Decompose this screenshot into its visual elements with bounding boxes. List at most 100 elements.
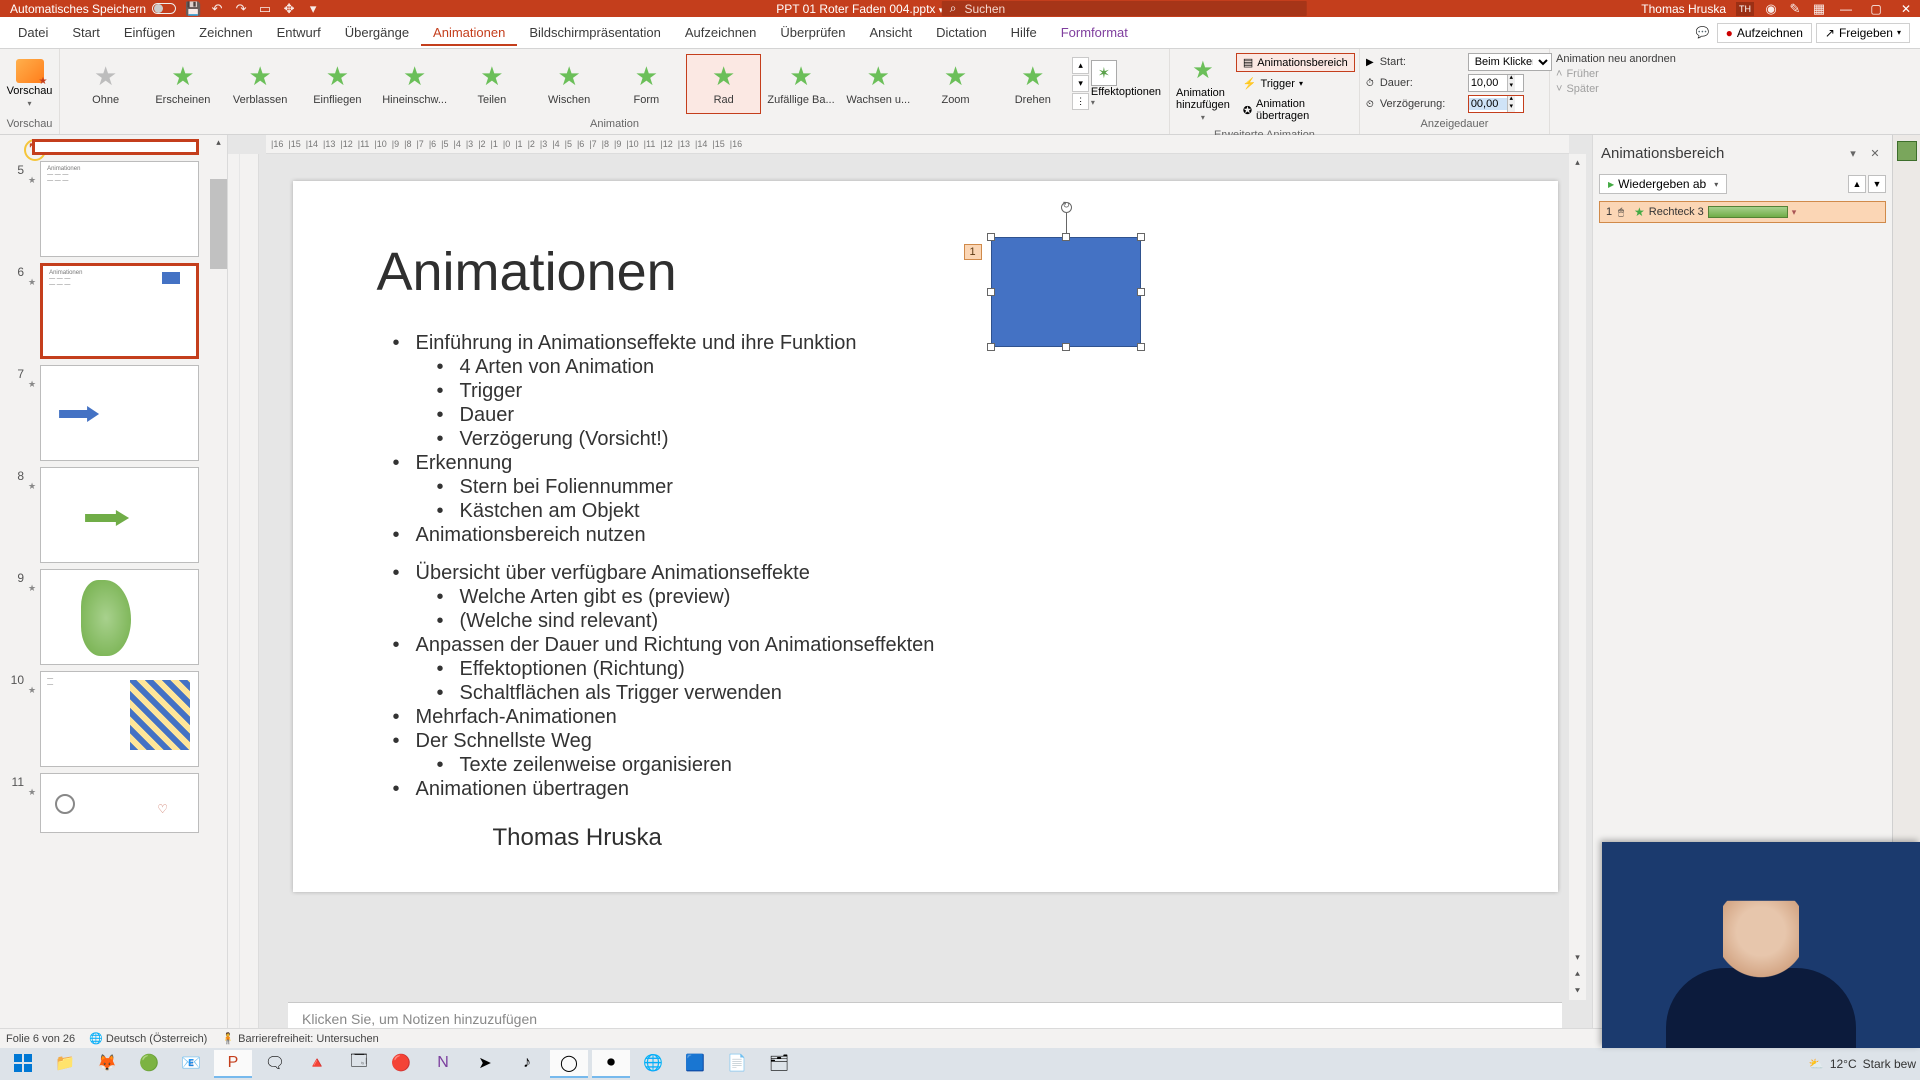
tab-review[interactable]: Überprüfen	[768, 19, 857, 46]
anim-none[interactable]: ★Ohne	[68, 54, 143, 114]
taskbar-firefox[interactable]: 🦊	[88, 1050, 126, 1078]
undo-icon[interactable]: ↶	[210, 2, 224, 16]
taskbar-app[interactable]: 🗨	[256, 1050, 294, 1078]
slide-thumbnails[interactable]: 5★Animationen— — —— — — 6★Animationen— —…	[0, 135, 228, 1060]
tab-draw[interactable]: Zeichnen	[187, 19, 264, 46]
taskbar-powerpoint[interactable]: P	[214, 1050, 252, 1078]
share-button[interactable]: ↗Freigeben▾	[1816, 23, 1910, 43]
taskbar-app4[interactable]: ♪	[508, 1050, 546, 1078]
resize-handle[interactable]	[987, 343, 995, 351]
tab-insert[interactable]: Einfügen	[112, 19, 187, 46]
thumb-10[interactable]: 10★——	[6, 671, 199, 767]
duration-input[interactable]	[1469, 77, 1507, 89]
anim-flyin[interactable]: ★Einfliegen	[300, 54, 375, 114]
anim-floatin[interactable]: ★Hineinschw...	[377, 54, 452, 114]
resize-handle[interactable]	[1137, 288, 1145, 296]
thumb-cut-prev[interactable]	[32, 139, 199, 155]
taskbar-app2[interactable]: 🗔	[340, 1050, 378, 1078]
horizontal-ruler[interactable]: |16 |15 |14 |13 |12 |11 |10 |9 |8 |7 |6 …	[266, 135, 1569, 154]
slide-canvas[interactable]: Animationen Einführung in Animationseffe…	[293, 181, 1558, 892]
taskbar-onenote[interactable]: N	[424, 1050, 462, 1078]
slide-title[interactable]: Animationen	[377, 241, 677, 303]
preview-icon[interactable]	[16, 59, 44, 83]
thumb-7[interactable]: 7★	[6, 365, 199, 461]
tab-shape-format[interactable]: Formformat	[1049, 19, 1140, 46]
anim-growturn[interactable]: ★Wachsen u...	[841, 54, 916, 114]
record-button[interactable]: ●Aufzeichnen	[1717, 23, 1812, 43]
start-button[interactable]	[4, 1050, 42, 1078]
coming-soon-icon[interactable]: ◉	[1764, 2, 1778, 16]
taskbar-app3[interactable]: 🔴	[382, 1050, 420, 1078]
resize-handle[interactable]	[987, 288, 995, 296]
slide-counter[interactable]: Folie 6 von 26	[6, 1033, 75, 1045]
duration-spinner[interactable]: ▴▾	[1468, 74, 1524, 92]
resize-handle[interactable]	[1137, 343, 1145, 351]
slide-body[interactable]: Einführung in Animationseffekte und ihre…	[393, 331, 1498, 801]
editor-scrollbar[interactable]: ▴ ▾ ⯅ ⯆	[1569, 154, 1586, 1000]
add-animation-button[interactable]: ★ Animation hinzufügen ▾	[1176, 56, 1230, 122]
anim-zoom[interactable]: ★Zoom	[918, 54, 993, 114]
thumb-9[interactable]: 9★	[6, 569, 199, 665]
pane-splitter[interactable]	[228, 154, 239, 1060]
windows-taskbar[interactable]: 📁 🦊 🟢 📧 P 🗨 🔺 🗔 🔴 N ➤ ♪ ◯ ⏺ 🌐 🟦 📄 🗂 ⛅ 12…	[0, 1048, 1920, 1080]
duration-bar[interactable]	[1708, 206, 1788, 218]
taskbar-outlook[interactable]: 📧	[172, 1050, 210, 1078]
qat-more-icon[interactable]: ▾	[306, 2, 320, 16]
user-avatar[interactable]: TH	[1736, 2, 1754, 16]
tab-transitions[interactable]: Übergänge	[333, 19, 421, 46]
tab-animations[interactable]: Animationen	[421, 19, 517, 46]
thumb-6[interactable]: 6★Animationen— — —— — —	[6, 263, 199, 359]
tab-record[interactable]: Aufzeichnen	[673, 19, 769, 46]
thumb-8[interactable]: 8★	[6, 467, 199, 563]
redo-icon[interactable]: ↷	[234, 2, 248, 16]
tab-help[interactable]: Hilfe	[999, 19, 1049, 46]
animation-gallery[interactable]: ★Ohne ★Erscheinen ★Verblassen ★Einfliege…	[60, 49, 1169, 118]
search-box[interactable]: ⌕	[942, 1, 1307, 16]
taskbar-edge[interactable]: 🟦	[676, 1050, 714, 1078]
resize-handle[interactable]	[1137, 233, 1145, 241]
delay-spinner[interactable]: ▴▾	[1468, 95, 1524, 113]
animation-painter-button[interactable]: ✪Animation übertragen	[1236, 95, 1355, 125]
thumb-5[interactable]: 5★Animationen— — —— — —	[6, 161, 199, 257]
anim-split[interactable]: ★Teilen	[454, 54, 529, 114]
taskbar-chrome[interactable]: 🟢	[130, 1050, 168, 1078]
slide-editor[interactable]: |16 |15 |14 |13 |12 |11 |10 |9 |8 |7 |6 …	[228, 135, 1592, 1060]
tab-file[interactable]: Datei	[6, 19, 60, 46]
anim-fade[interactable]: ★Verblassen	[223, 54, 298, 114]
entry-menu-icon[interactable]: ▾	[1792, 207, 1804, 218]
anim-appear[interactable]: ★Erscheinen	[145, 54, 220, 114]
selected-rectangle-shape[interactable]: 1	[991, 237, 1141, 347]
play-from-button[interactable]: Wiedergeben ab	[1599, 174, 1727, 194]
close-button[interactable]: ✕	[1896, 1, 1916, 16]
comments-icon[interactable]: 💬	[1693, 23, 1713, 43]
taskbar-vlc[interactable]: 🔺	[298, 1050, 336, 1078]
save-icon[interactable]: 💾	[186, 2, 200, 16]
taskbar-weather[interactable]: ⛅ 12°C Stark bew	[1809, 1057, 1916, 1071]
trigger-button[interactable]: ⚡Trigger ▾	[1236, 74, 1355, 93]
user-name[interactable]: Thomas Hruska	[1641, 2, 1726, 16]
gallery-more[interactable]: ▴▾⋮	[1072, 57, 1089, 110]
move-up-button[interactable]: ▲	[1848, 175, 1866, 193]
window-layout-icon[interactable]: ▦	[1812, 2, 1826, 16]
thumbnails-scrollbar[interactable]: ▴ ▾	[210, 135, 227, 1060]
rotate-handle-icon[interactable]	[1061, 202, 1072, 213]
anim-randombars[interactable]: ★Zufällige Ba...	[763, 54, 838, 114]
resize-handle[interactable]	[1062, 343, 1070, 351]
resize-handle[interactable]	[987, 233, 995, 241]
taskbar-app5[interactable]: 🌐	[634, 1050, 672, 1078]
thumb-11[interactable]: 11★♡	[6, 773, 199, 833]
start-select[interactable]: Beim Klicken	[1468, 53, 1552, 71]
delay-input[interactable]	[1469, 98, 1507, 110]
anim-wipe[interactable]: ★Wischen	[532, 54, 607, 114]
autosave-switch-icon[interactable]	[152, 3, 176, 14]
anim-shape[interactable]: ★Form	[609, 54, 684, 114]
tab-design[interactable]: Entwurf	[265, 19, 333, 46]
draw-icon[interactable]: ✎	[1788, 2, 1802, 16]
taskbar-explorer[interactable]: 📁	[46, 1050, 84, 1078]
search-input[interactable]	[964, 2, 1298, 16]
animation-pane-button[interactable]: ▤Animationsbereich	[1236, 53, 1355, 72]
taskbar-rec[interactable]: ⏺	[592, 1050, 630, 1078]
accessibility-status[interactable]: 🧍 Barrierefreiheit: Untersuchen	[221, 1032, 378, 1045]
maximize-button[interactable]: ▢	[1866, 1, 1886, 16]
animation-tag[interactable]: 1	[964, 244, 982, 260]
